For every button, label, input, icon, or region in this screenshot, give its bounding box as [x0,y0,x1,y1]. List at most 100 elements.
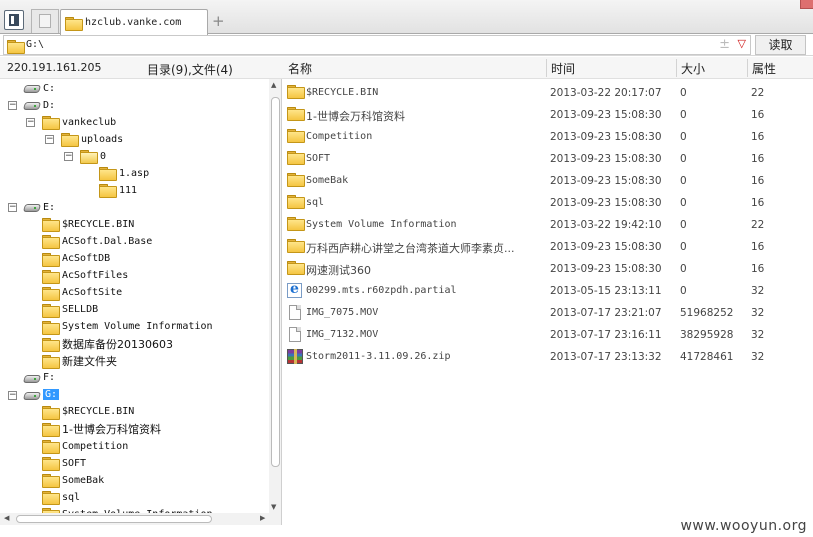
column-time[interactable]: 时间 [551,60,575,77]
window-close-button[interactable] [800,0,813,9]
file-name: SomeBak [306,175,349,186]
tree-node[interactable]: E: [23,199,55,215]
file-row[interactable]: IMG_7132.MOV 2013-07-17 23:16:11 38295928 3… [282,324,813,346]
scroll-left-icon[interactable]: ◀ [4,514,9,522]
tree-node[interactable]: 新建文件夹 [42,353,117,369]
tab-hzclub[interactable]: hzclub.vanke.com [60,9,208,35]
tree-expander[interactable]: − [8,101,17,111]
chevron-down-icon[interactable]: ▽ [738,37,746,50]
plus-minus-icon[interactable]: ± [719,37,730,52]
tree-node[interactable]: F: [23,370,55,386]
file-time: 2013-09-23 15:08:30 [550,197,662,209]
tree-node[interactable]: 111 [99,182,138,199]
file-row[interactable]: System Volume Information 2013-03-22 19:4… [282,214,813,236]
scroll-up-icon[interactable]: ▲ [271,81,276,89]
tree-node-label: 1.asp [119,167,150,179]
tree-expander[interactable]: − [8,203,17,213]
tree-node[interactable]: 0 [80,148,106,165]
tree-node[interactable]: vankeclub [42,114,116,131]
tree-node[interactable]: Competition [42,438,128,455]
file-attr: 16 [751,263,765,275]
tree-node[interactable]: AcSoftSite [42,285,122,301]
scroll-thumb[interactable] [16,515,212,523]
file-icon-wrap [287,305,301,323]
blank-tab-button[interactable] [31,9,59,33]
tree-expander[interactable]: − [26,118,35,128]
tree-node[interactable]: $RECYCLE.BIN [42,404,134,420]
column-size[interactable]: 大小 [681,60,705,77]
tree-expander[interactable]: − [45,135,54,145]
file-name: 网速测试360 [306,264,371,277]
file-attr: 22 [751,87,765,99]
file-row[interactable]: 网速测试360 2013-09-23 15:08:30 0 16 [282,258,813,280]
tree-node[interactable]: uploads [61,131,123,148]
scroll-thumb[interactable] [271,97,280,467]
file-name: SOFT [306,153,331,164]
drive-icon [23,83,39,93]
tree-node[interactable]: 1.asp [99,165,150,182]
tree-node[interactable]: AcSoftDB [42,251,110,267]
file-icon-wrap [287,217,305,232]
file-list-header: 名称 时间 大小 属性 [282,57,813,79]
tree-node[interactable]: 数据库备份20130603 [42,336,173,352]
tree-expander[interactable]: − [8,390,17,400]
tree-node[interactable]: SOFT [42,455,87,472]
folder-icon [287,173,305,187]
file-row[interactable]: Storm2011-3.11.09.26.zip 2013-07-17 23:13… [282,346,813,368]
tree-node[interactable]: SELLDB [42,302,98,318]
read-button[interactable]: 读取 [755,35,806,55]
file-row[interactable]: IMG_7075.MOV 2013-07-17 23:21:07 51968252 3… [282,302,813,324]
tree-node[interactable]: $RECYCLE.BIN [42,216,134,233]
tree-expander[interactable]: − [64,152,73,162]
tree-node[interactable]: G: [23,387,60,403]
file-row[interactable]: 1-世博会万科馆资料 2013-09-23 15:08:30 0 16 [282,104,813,126]
tree-node[interactable]: 1-世博会万科馆资料 [42,421,161,437]
tree-node-label: ACSoft.Dal.Base [62,235,153,247]
file-time: 2013-09-23 15:08:30 [550,241,662,253]
file-name: $RECYCLE.BIN [306,87,379,98]
file-name: System Volume Information [306,219,457,230]
file-row[interactable]: sql 2013-09-23 15:08:30 0 16 [282,192,813,214]
column-attr[interactable]: 属性 [752,60,776,77]
file-size: 0 [680,263,687,275]
folder-icon [287,217,305,231]
path-input[interactable]: G:\ ± ▽ [3,35,751,55]
folder-icon [287,261,305,275]
tree-vertical-scrollbar[interactable]: ▲ ▼ [269,79,281,513]
tree-node[interactable]: D: [23,97,55,113]
tree-node[interactable]: System Volume Information [42,319,213,335]
file-row[interactable]: Competition 2013-09-23 15:08:30 0 16 [282,126,813,148]
column-name[interactable]: 名称 [288,60,312,77]
folder-icon [287,129,305,143]
file-row[interactable]: 万科西庐耕心讲堂之台湾茶道大师李素贞... 2013-09-23 15:08:30… [282,236,813,258]
scroll-right-icon[interactable]: ▶ [260,514,265,522]
tree-horizontal-scrollbar[interactable]: ◀ ▶ [0,513,281,525]
tree-node-label: C: [43,82,56,94]
folder-icon [42,269,60,284]
drive-icon [23,390,39,400]
file-icon-wrap [287,107,305,122]
file-time: 2013-09-23 15:08:30 [550,153,662,165]
tree-node-label: 111 [119,184,138,196]
new-tab-button[interactable]: + [212,13,225,29]
file-row[interactable]: $RECYCLE.BIN 2013-03-22 20:17:07 0 22 [282,82,813,104]
tree-node[interactable]: SomeBak [42,472,104,489]
drive-icon [23,100,39,110]
tree-node[interactable]: AcSoftFiles [42,268,128,284]
sidebar-toggle-button[interactable] [4,10,24,30]
file-name: sql [306,197,325,208]
file-row[interactable]: 00299.mts.r60zpdh.partial 2013-05-15 23:1… [282,280,813,302]
file-row[interactable]: SomeBak 2013-09-23 15:08:30 0 16 [282,170,813,192]
folder-icon [99,184,117,199]
file-attr: 16 [751,175,765,187]
tree-node[interactable]: C: [23,80,55,96]
tree-node[interactable]: sql [42,489,80,506]
tree-node[interactable]: ACSoft.Dal.Base [42,233,153,250]
scroll-down-icon[interactable]: ▼ [271,503,276,511]
file-size: 0 [680,109,687,121]
file-time: 2013-09-23 15:08:30 [550,263,662,275]
file-attr: 16 [751,197,765,209]
tree-node-label: SOFT [62,457,87,469]
file-time: 2013-07-17 23:16:11 [550,329,662,341]
file-row[interactable]: SOFT 2013-09-23 15:08:30 0 16 [282,148,813,170]
